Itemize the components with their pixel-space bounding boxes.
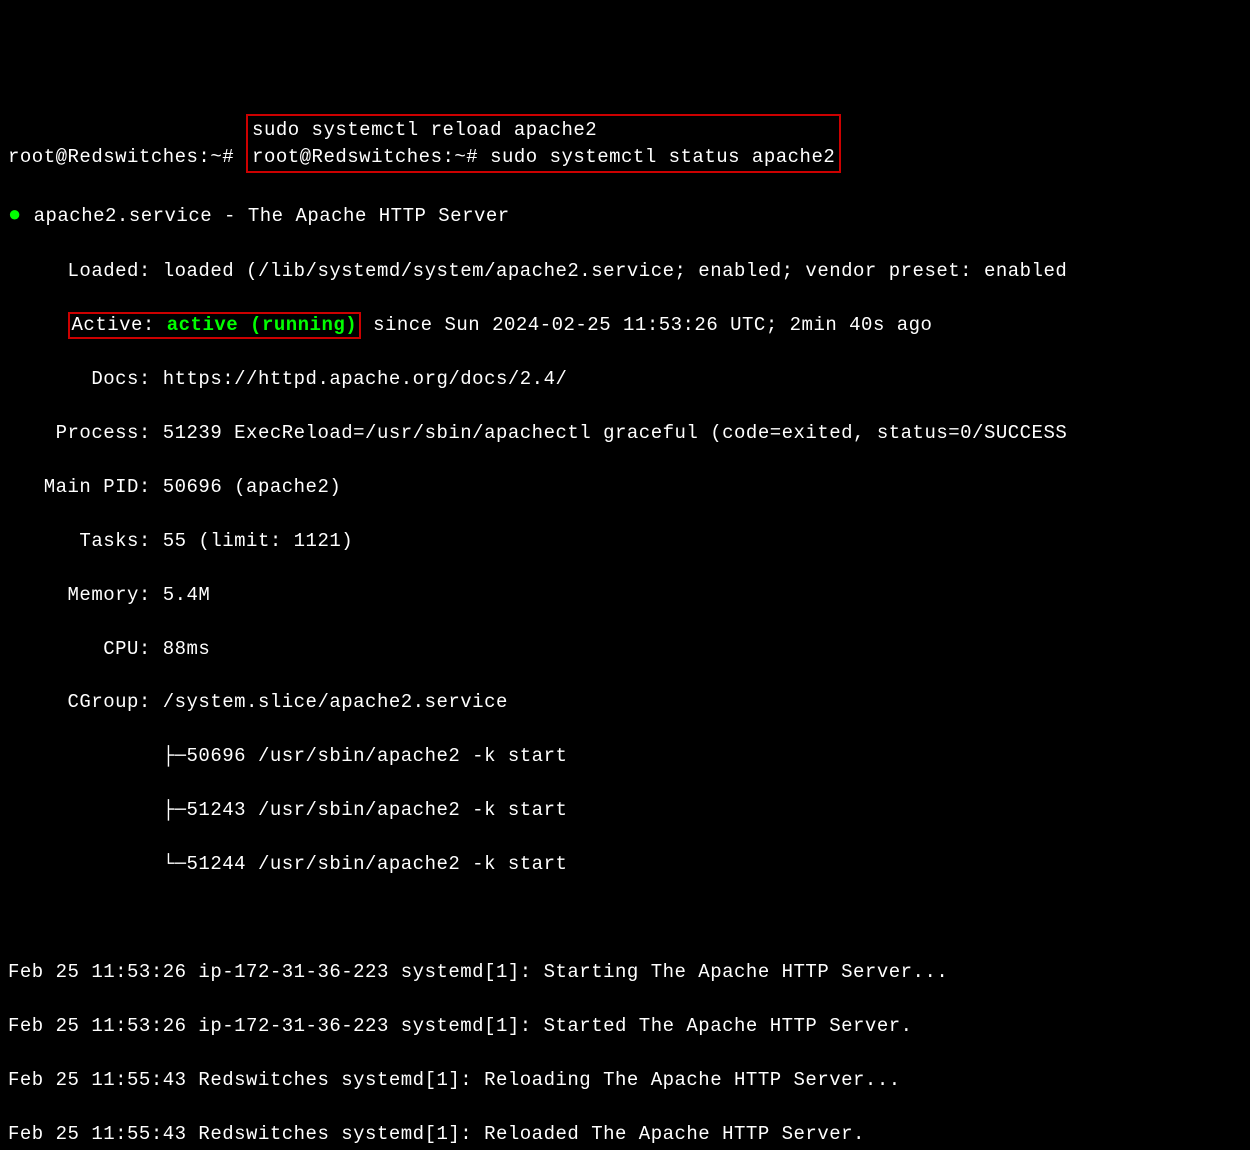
mainpid-line: Main PID: 50696 (apache2): [8, 474, 1242, 501]
log-line-2: Feb 25 11:53:26 ip-172-31-36-223 systemd…: [8, 1013, 1242, 1040]
cgroup-child-3: └─51244 /usr/sbin/apache2 -k start: [8, 851, 1242, 878]
blank-line: [8, 905, 1242, 932]
command-2: sudo systemctl status apache2: [490, 146, 835, 168]
active-line: Active: active (running) since Sun 2024-…: [8, 312, 1242, 339]
highlight-commands: sudo systemctl reload apache2 root@Redsw…: [246, 114, 841, 173]
active-state: active (running): [167, 314, 357, 336]
cgroup-child-1: ├─50696 /usr/sbin/apache2 -k start: [8, 743, 1242, 770]
service-header: ● apache2.service - The Apache HTTP Serv…: [8, 200, 1242, 231]
active-indent: [8, 314, 68, 336]
prompt-1: root@Redswitches:~#: [8, 146, 246, 168]
log-line-3: Feb 25 11:55:43 Redswitches systemd[1]: …: [8, 1067, 1242, 1094]
log-line-4: Feb 25 11:55:43 Redswitches systemd[1]: …: [8, 1121, 1242, 1148]
docs-line: Docs: https://httpd.apache.org/docs/2.4/: [8, 366, 1242, 393]
loaded-line: Loaded: loaded (/lib/systemd/system/apac…: [8, 258, 1242, 285]
command-1: sudo systemctl reload apache2: [252, 119, 597, 141]
cmd-line-1: root@Redswitches:~# sudo systemctl reloa…: [8, 114, 1242, 173]
prompt-2: root@Redswitches:~#: [252, 146, 490, 168]
process-line: Process: 51239 ExecReload=/usr/sbin/apac…: [8, 420, 1242, 447]
active-label: Active:: [72, 314, 167, 336]
log-line-1: Feb 25 11:53:26 ip-172-31-36-223 systemd…: [8, 959, 1242, 986]
service-name: apache2.service - The Apache HTTP Server: [22, 205, 510, 227]
memory-line: Memory: 5.4M: [8, 582, 1242, 609]
cpu-line: CPU: 88ms: [8, 636, 1242, 663]
highlight-active: Active: active (running): [68, 312, 362, 339]
tasks-line: Tasks: 55 (limit: 1121): [8, 528, 1242, 555]
cgroup-line: CGroup: /system.slice/apache2.service: [8, 689, 1242, 716]
cgroup-child-2: ├─51243 /usr/sbin/apache2 -k start: [8, 797, 1242, 824]
active-since: since Sun 2024-02-25 11:53:26 UTC; 2min …: [361, 314, 932, 336]
status-dot-icon: ●: [8, 203, 22, 228]
